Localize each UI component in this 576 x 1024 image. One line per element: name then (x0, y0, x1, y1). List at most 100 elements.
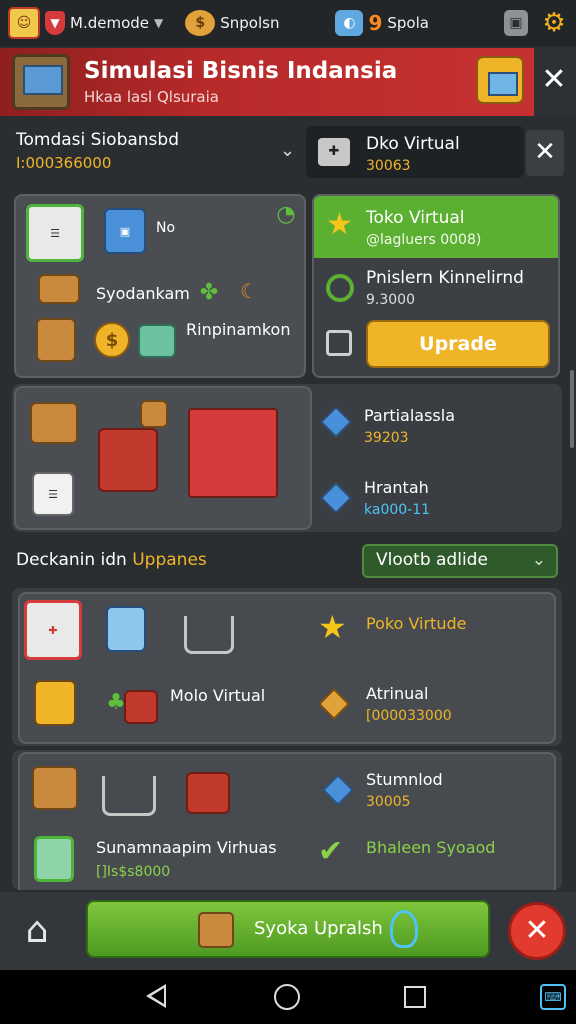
dropdown-title: Tomdasi Siobansbd (16, 130, 179, 150)
panel-2-item-2-value: ka000-11 (364, 502, 431, 518)
currency-2[interactable]: ◐ 9 Spola (335, 10, 429, 36)
section-2-title-yellow: Uppanes (132, 550, 207, 570)
storefront-icon[interactable] (188, 408, 278, 498)
username-label: M.demode (70, 14, 149, 32)
home-circle-icon[interactable] (274, 984, 300, 1010)
star-item-label: Poko Virtude (366, 614, 467, 633)
virtual-store-card[interactable]: ✚ Dko Virtual 30063 (306, 126, 524, 178)
coin-icon: $ (185, 10, 216, 36)
currency-2-label: Spola (387, 14, 429, 32)
virtual-card-title: Dko Virtual (366, 134, 460, 154)
banana-icon: ☾ (240, 279, 258, 303)
shop-button[interactable] (476, 56, 524, 104)
panel-3-item-value: [000033000 (366, 708, 452, 724)
scrollbar[interactable] (570, 370, 574, 448)
chevron-down-icon[interactable]: ▼ (154, 16, 163, 30)
cash-register-icon[interactable] (34, 836, 74, 882)
main-upgrade-button[interactable]: Syoka Upralsh (86, 900, 490, 958)
keyboard-icon[interactable]: ⌨ (540, 984, 566, 1010)
panel-4-bottom-title: Sunamnaapim Virhuas (96, 838, 277, 857)
speech-bubble-icon[interactable]: ◔ (274, 202, 298, 227)
cash-stack-icon[interactable] (138, 324, 176, 358)
item-label-1: Syodankam (96, 284, 190, 303)
shopping-cart-icon[interactable] (184, 616, 234, 654)
close-card-button[interactable]: ✕ (526, 130, 564, 176)
puzzle-icon: ✚ (318, 138, 350, 166)
upgrade-button[interactable]: Uprade (366, 320, 550, 368)
cup-icon: ◐ (335, 10, 364, 36)
document-icon[interactable]: ☰ (32, 472, 74, 516)
lock-icon[interactable]: ▣ (504, 10, 528, 36)
header-banner: Simulasi Bisnis Indansia Hkaa lasl Qlsur… (0, 48, 576, 116)
crate-icon[interactable] (38, 274, 80, 304)
crate-icon[interactable] (32, 766, 78, 810)
panel-3-item-title: Atrinual (366, 684, 429, 703)
chevron-down-icon[interactable]: ⌄ (280, 140, 295, 161)
dropdown-value: I:000366000 (16, 154, 112, 172)
close-icon[interactable]: ✕ (540, 62, 568, 102)
currency-1[interactable]: $ Snpolsn (185, 10, 279, 36)
panel-4-item-1-title: Stumnlod (366, 770, 443, 789)
blue-cube-icon (322, 774, 354, 806)
display-box-icon[interactable] (106, 606, 146, 652)
lightbulb-icon (390, 910, 418, 948)
home-icon[interactable]: ⌂ (14, 910, 60, 952)
section-2-title: Deckanin idn Uppanes (16, 550, 207, 570)
user-profile[interactable]: ☺ ▼ M.demode ▼ (8, 7, 163, 39)
promo-item-value: 9.3000 (366, 292, 415, 308)
no-label: No (156, 220, 176, 236)
panel-4-item-1-value: 30005 (366, 794, 411, 810)
shopping-cart-icon[interactable] (98, 428, 158, 492)
recent-apps-icon[interactable] (404, 986, 426, 1008)
promo-subtitle: @lagluers 0008) (366, 232, 482, 248)
coin-icon[interactable]: $ (94, 322, 130, 358)
orange-cube-icon (318, 688, 350, 720)
page-subtitle: Hkaa lasl Qlsuraia (84, 88, 219, 106)
star-icon: ★ (326, 207, 353, 242)
chevron-down-icon: ⌄ (531, 550, 546, 570)
bottom-action-bar: ⌂ Syoka Upralsh ✕ (0, 892, 576, 970)
red-box-icon[interactable] (124, 690, 158, 724)
first-aid-icon[interactable]: ✚ (24, 600, 82, 660)
shield-icon: ▼ (45, 11, 65, 35)
app-root: ☺ ▼ M.demode ▼ $ Snpolsn ◐ 9 Spola ▣ ⚙ S… (0, 0, 576, 1024)
shopping-cart-icon[interactable] (102, 776, 156, 816)
panel-2-item-1-title: Partialassla (364, 406, 456, 425)
cancel-button[interactable]: ✕ (508, 902, 566, 960)
yellow-crate-icon[interactable] (34, 680, 76, 726)
blue-box-icon[interactable]: ▣ (104, 208, 146, 254)
red-cart-icon[interactable] (186, 772, 230, 814)
register-item-icon[interactable]: ☰ (26, 204, 84, 262)
crate-icon[interactable] (30, 402, 78, 444)
target-icon (326, 274, 354, 302)
currency-2-count: 9 (368, 11, 383, 35)
top-status-bar: ☺ ▼ M.demode ▼ $ Snpolsn ◐ 9 Spola ▣ ⚙ (0, 0, 576, 46)
upgrade-panel-4: Stumnlod 30005 Sunamnaapim Virhuas []Is$… (18, 752, 556, 890)
back-icon[interactable] (146, 984, 166, 1008)
inventory-panel-1: ☰ ▣ No ◔ Syodankam ✤ ☾ $ Rinpinamkon (14, 194, 306, 378)
system-nav-bar: ⌨ (0, 970, 576, 1024)
page-title: Simulasi Bisnis Indansia (84, 58, 398, 84)
clover-icon: ✤ (199, 279, 219, 305)
star-icon: ★ (318, 608, 347, 646)
main-upgrade-label: Syoka Upralsh (254, 918, 383, 939)
promo-title: Toko Virtual (366, 208, 465, 228)
checkbox-icon[interactable] (326, 330, 352, 356)
mode-select-value: Vlootb adlide (376, 550, 488, 570)
section-1-header: Tomdasi Siobansbd I:000366000 ⌄ ✚ Dko Vi… (0, 124, 576, 180)
panel-3-center-label: Molo Virtual (170, 686, 266, 705)
virtual-card-value: 30063 (366, 158, 411, 174)
checkmark-icon: ✔ (318, 834, 344, 869)
box-icon (198, 912, 234, 948)
panel-2-item-2-title: Hrantah (364, 478, 429, 497)
business-dropdown[interactable]: Tomdasi Siobansbd I:000366000 ⌄ (16, 130, 295, 176)
mode-select[interactable]: Vlootb adlide ⌄ (362, 544, 558, 578)
crate-stack-icon[interactable] (36, 318, 76, 362)
avatar-icon[interactable]: ☺ (8, 7, 40, 39)
upgrade-promo-panel: ★ Toko Virtual @lagluers 0008) Pnislern … (312, 194, 560, 378)
currency-1-label: Snpolsn (220, 14, 280, 32)
panel-2-item-1-value: 39203 (364, 430, 409, 446)
gear-icon[interactable]: ⚙ (540, 8, 568, 38)
small-box-icon (140, 400, 168, 428)
upgrade-panel-3: ✚ ★ Poko Virtude ♣ Molo Virtual Atrinual… (18, 592, 556, 744)
